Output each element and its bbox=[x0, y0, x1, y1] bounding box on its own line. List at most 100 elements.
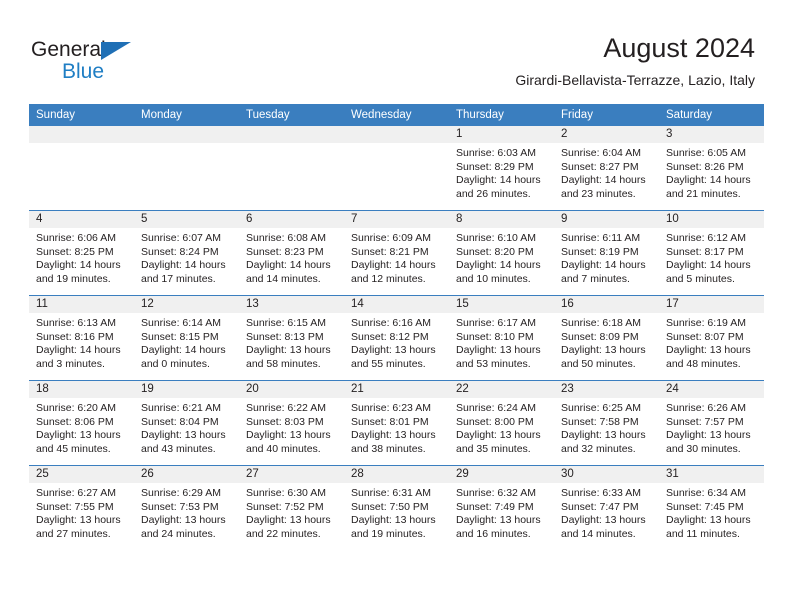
sunset-text: Sunset: 7:53 PM bbox=[141, 500, 219, 513]
calendar-day-cell[interactable]: 4 Sunrise: 6:06 AM Sunset: 8:25 PM Daylight… bbox=[29, 210, 134, 296]
day-number: 1 bbox=[449, 126, 554, 143]
day-number: 7 bbox=[344, 211, 449, 228]
calendar-day-cell[interactable]: 19 Sunrise: 6:21 AM Sunset: 8:04 PM Dayligh… bbox=[134, 380, 239, 466]
daylight-text: Daylight: 13 hours and 32 minutes. bbox=[561, 429, 646, 455]
calendar-week-row: 18 Sunrise: 6:20 AM Sunset: 8:06 PM Dayligh… bbox=[29, 380, 764, 466]
day-number: 25 bbox=[29, 466, 134, 483]
sunset-text: Sunset: 8:26 PM bbox=[666, 160, 744, 173]
calendar-day-cell[interactable]: 21 Sunrise: 6:23 AM Sunset: 8:01 PM Dayligh… bbox=[344, 380, 449, 466]
sunset-text: Sunset: 8:04 PM bbox=[141, 415, 219, 428]
daylight-text: Daylight: 14 hours and 3 minutes. bbox=[36, 344, 121, 370]
calendar-day-cell[interactable]: 31 Sunrise: 6:34 AM Sunset: 7:45 PM Dayligh… bbox=[659, 465, 764, 550]
sunset-text: Sunset: 8:01 PM bbox=[351, 415, 429, 428]
calendar-day-cell[interactable]: 24 Sunrise: 6:26 AM Sunset: 7:57 PM Dayligh… bbox=[659, 380, 764, 466]
brand-logo[interactable]: General Blue bbox=[31, 38, 161, 84]
calendar-body: 1 Sunrise: 6:03 AM Sunset: 8:29 PM Daylight… bbox=[29, 126, 764, 550]
day-details: Sunrise: 6:19 AM Sunset: 8:07 PM Daylight:… bbox=[659, 313, 764, 371]
calendar-day-cell[interactable]: 26 Sunrise: 6:29 AM Sunset: 7:53 PM Dayligh… bbox=[134, 465, 239, 550]
day-number: 29 bbox=[449, 466, 554, 483]
calendar-header-row: Sunday Monday Tuesday Wednesday Thursday… bbox=[29, 104, 764, 126]
calendar-day-cell[interactable]: 10 Sunrise: 6:12 AM Sunset: 8:17 PM Dayligh… bbox=[659, 210, 764, 296]
calendar-day-cell[interactable]: 9 Sunrise: 6:11 AM Sunset: 8:19 PM Daylight… bbox=[554, 210, 659, 296]
sunset-text: Sunset: 8:21 PM bbox=[351, 245, 429, 258]
sunrise-text: Sunrise: 6:31 AM bbox=[351, 487, 431, 499]
daylight-text: Daylight: 13 hours and 55 minutes. bbox=[351, 344, 436, 370]
sunrise-text: Sunrise: 6:30 AM bbox=[246, 487, 326, 499]
weekday-header-saturday: Saturday bbox=[659, 104, 764, 126]
sunrise-text: Sunrise: 6:06 AM bbox=[36, 232, 116, 244]
sunset-text: Sunset: 8:29 PM bbox=[456, 160, 534, 173]
day-details: Sunrise: 6:18 AM Sunset: 8:09 PM Daylight:… bbox=[554, 313, 659, 371]
sunrise-text: Sunrise: 6:15 AM bbox=[246, 317, 326, 329]
day-number: 30 bbox=[554, 466, 659, 483]
daylight-text: Daylight: 13 hours and 48 minutes. bbox=[666, 344, 751, 370]
sunrise-text: Sunrise: 6:10 AM bbox=[456, 232, 536, 244]
calendar-day-cell[interactable]: 12 Sunrise: 6:14 AM Sunset: 8:15 PM Dayligh… bbox=[134, 295, 239, 381]
calendar-day-cell[interactable]: 28 Sunrise: 6:31 AM Sunset: 7:50 PM Dayligh… bbox=[344, 465, 449, 550]
sunrise-text: Sunrise: 6:18 AM bbox=[561, 317, 641, 329]
day-number: 6 bbox=[239, 211, 344, 228]
calendar-day-cell[interactable]: 8 Sunrise: 6:10 AM Sunset: 8:20 PM Daylight… bbox=[449, 210, 554, 296]
calendar-day-cell[interactable]: 7 Sunrise: 6:09 AM Sunset: 8:21 PM Daylight… bbox=[344, 210, 449, 296]
sunset-text: Sunset: 8:23 PM bbox=[246, 245, 324, 258]
weekday-header-wednesday: Wednesday bbox=[344, 104, 449, 126]
sunrise-text: Sunrise: 6:03 AM bbox=[456, 147, 536, 159]
calendar-day-cell[interactable]: 2 Sunrise: 6:04 AM Sunset: 8:27 PM Daylight… bbox=[554, 126, 659, 211]
daylight-text: Daylight: 14 hours and 12 minutes. bbox=[351, 259, 436, 285]
sunrise-text: Sunrise: 6:23 AM bbox=[351, 402, 431, 414]
calendar-day-cell-empty bbox=[29, 126, 134, 211]
calendar-day-cell[interactable]: 11 Sunrise: 6:13 AM Sunset: 8:16 PM Dayligh… bbox=[29, 295, 134, 381]
title-block: August 2024 Girardi-Bellavista-Terrazze,… bbox=[515, 32, 755, 90]
calendar-day-cell[interactable]: 22 Sunrise: 6:24 AM Sunset: 8:00 PM Dayligh… bbox=[449, 380, 554, 466]
day-details: Sunrise: 6:06 AM Sunset: 8:25 PM Daylight:… bbox=[29, 228, 134, 286]
calendar-day-cell[interactable]: 14 Sunrise: 6:16 AM Sunset: 8:12 PM Dayligh… bbox=[344, 295, 449, 381]
sunrise-text: Sunrise: 6:17 AM bbox=[456, 317, 536, 329]
day-number: 22 bbox=[449, 381, 554, 398]
daylight-text: Daylight: 13 hours and 35 minutes. bbox=[456, 429, 541, 455]
calendar-day-cell[interactable]: 1 Sunrise: 6:03 AM Sunset: 8:29 PM Daylight… bbox=[449, 126, 554, 211]
calendar-day-cell[interactable]: 13 Sunrise: 6:15 AM Sunset: 8:13 PM Dayligh… bbox=[239, 295, 344, 381]
daylight-text: Daylight: 13 hours and 16 minutes. bbox=[456, 514, 541, 540]
day-number: 10 bbox=[659, 211, 764, 228]
sunset-text: Sunset: 7:58 PM bbox=[561, 415, 639, 428]
sunset-text: Sunset: 8:17 PM bbox=[666, 245, 744, 258]
sunset-text: Sunset: 8:07 PM bbox=[666, 330, 744, 343]
daylight-text: Daylight: 13 hours and 38 minutes. bbox=[351, 429, 436, 455]
daylight-text: Daylight: 13 hours and 19 minutes. bbox=[351, 514, 436, 540]
day-details: Sunrise: 6:32 AM Sunset: 7:49 PM Daylight:… bbox=[449, 483, 554, 541]
calendar-day-cell[interactable]: 30 Sunrise: 6:33 AM Sunset: 7:47 PM Dayligh… bbox=[554, 465, 659, 550]
calendar-day-cell[interactable]: 5 Sunrise: 6:07 AM Sunset: 8:24 PM Daylight… bbox=[134, 210, 239, 296]
calendar-day-cell[interactable]: 15 Sunrise: 6:17 AM Sunset: 8:10 PM Dayligh… bbox=[449, 295, 554, 381]
sunrise-text: Sunrise: 6:09 AM bbox=[351, 232, 431, 244]
sunrise-text: Sunrise: 6:22 AM bbox=[246, 402, 326, 414]
sunrise-text: Sunrise: 6:33 AM bbox=[561, 487, 641, 499]
calendar-day-cell[interactable]: 18 Sunrise: 6:20 AM Sunset: 8:06 PM Dayligh… bbox=[29, 380, 134, 466]
sunset-text: Sunset: 7:52 PM bbox=[246, 500, 324, 513]
daylight-text: Daylight: 13 hours and 45 minutes. bbox=[36, 429, 121, 455]
day-number: 2 bbox=[554, 126, 659, 143]
calendar-day-cell-empty bbox=[134, 126, 239, 211]
sunrise-text: Sunrise: 6:04 AM bbox=[561, 147, 641, 159]
daylight-text: Daylight: 14 hours and 10 minutes. bbox=[456, 259, 541, 285]
calendar-day-cell[interactable]: 17 Sunrise: 6:19 AM Sunset: 8:07 PM Dayligh… bbox=[659, 295, 764, 381]
calendar-day-cell[interactable]: 23 Sunrise: 6:25 AM Sunset: 7:58 PM Dayligh… bbox=[554, 380, 659, 466]
calendar-day-cell[interactable]: 29 Sunrise: 6:32 AM Sunset: 7:49 PM Dayligh… bbox=[449, 465, 554, 550]
calendar-week-row: 11 Sunrise: 6:13 AM Sunset: 8:16 PM Dayligh… bbox=[29, 295, 764, 381]
day-details: Sunrise: 6:20 AM Sunset: 8:06 PM Daylight:… bbox=[29, 398, 134, 456]
sunrise-text: Sunrise: 6:13 AM bbox=[36, 317, 116, 329]
page-subtitle: Girardi-Bellavista-Terrazze, Lazio, Ital… bbox=[515, 72, 755, 88]
calendar-day-cell[interactable]: 25 Sunrise: 6:27 AM Sunset: 7:55 PM Dayligh… bbox=[29, 465, 134, 550]
sunrise-text: Sunrise: 6:12 AM bbox=[666, 232, 746, 244]
daylight-text: Daylight: 13 hours and 14 minutes. bbox=[561, 514, 646, 540]
day-details: Sunrise: 6:29 AM Sunset: 7:53 PM Daylight:… bbox=[134, 483, 239, 541]
calendar-day-cell[interactable]: 6 Sunrise: 6:08 AM Sunset: 8:23 PM Daylight… bbox=[239, 210, 344, 296]
calendar-day-cell[interactable]: 3 Sunrise: 6:05 AM Sunset: 8:26 PM Daylight… bbox=[659, 126, 764, 211]
day-number bbox=[134, 126, 239, 143]
calendar-day-cell[interactable]: 16 Sunrise: 6:18 AM Sunset: 8:09 PM Dayligh… bbox=[554, 295, 659, 381]
sunset-text: Sunset: 8:06 PM bbox=[36, 415, 114, 428]
calendar-day-cell[interactable]: 20 Sunrise: 6:22 AM Sunset: 8:03 PM Dayligh… bbox=[239, 380, 344, 466]
sunset-text: Sunset: 8:19 PM bbox=[561, 245, 639, 258]
day-details: Sunrise: 6:23 AM Sunset: 8:01 PM Daylight:… bbox=[344, 398, 449, 456]
calendar-week-row: 25 Sunrise: 6:27 AM Sunset: 7:55 PM Dayligh… bbox=[29, 465, 764, 550]
calendar-day-cell[interactable]: 27 Sunrise: 6:30 AM Sunset: 7:52 PM Dayligh… bbox=[239, 465, 344, 550]
